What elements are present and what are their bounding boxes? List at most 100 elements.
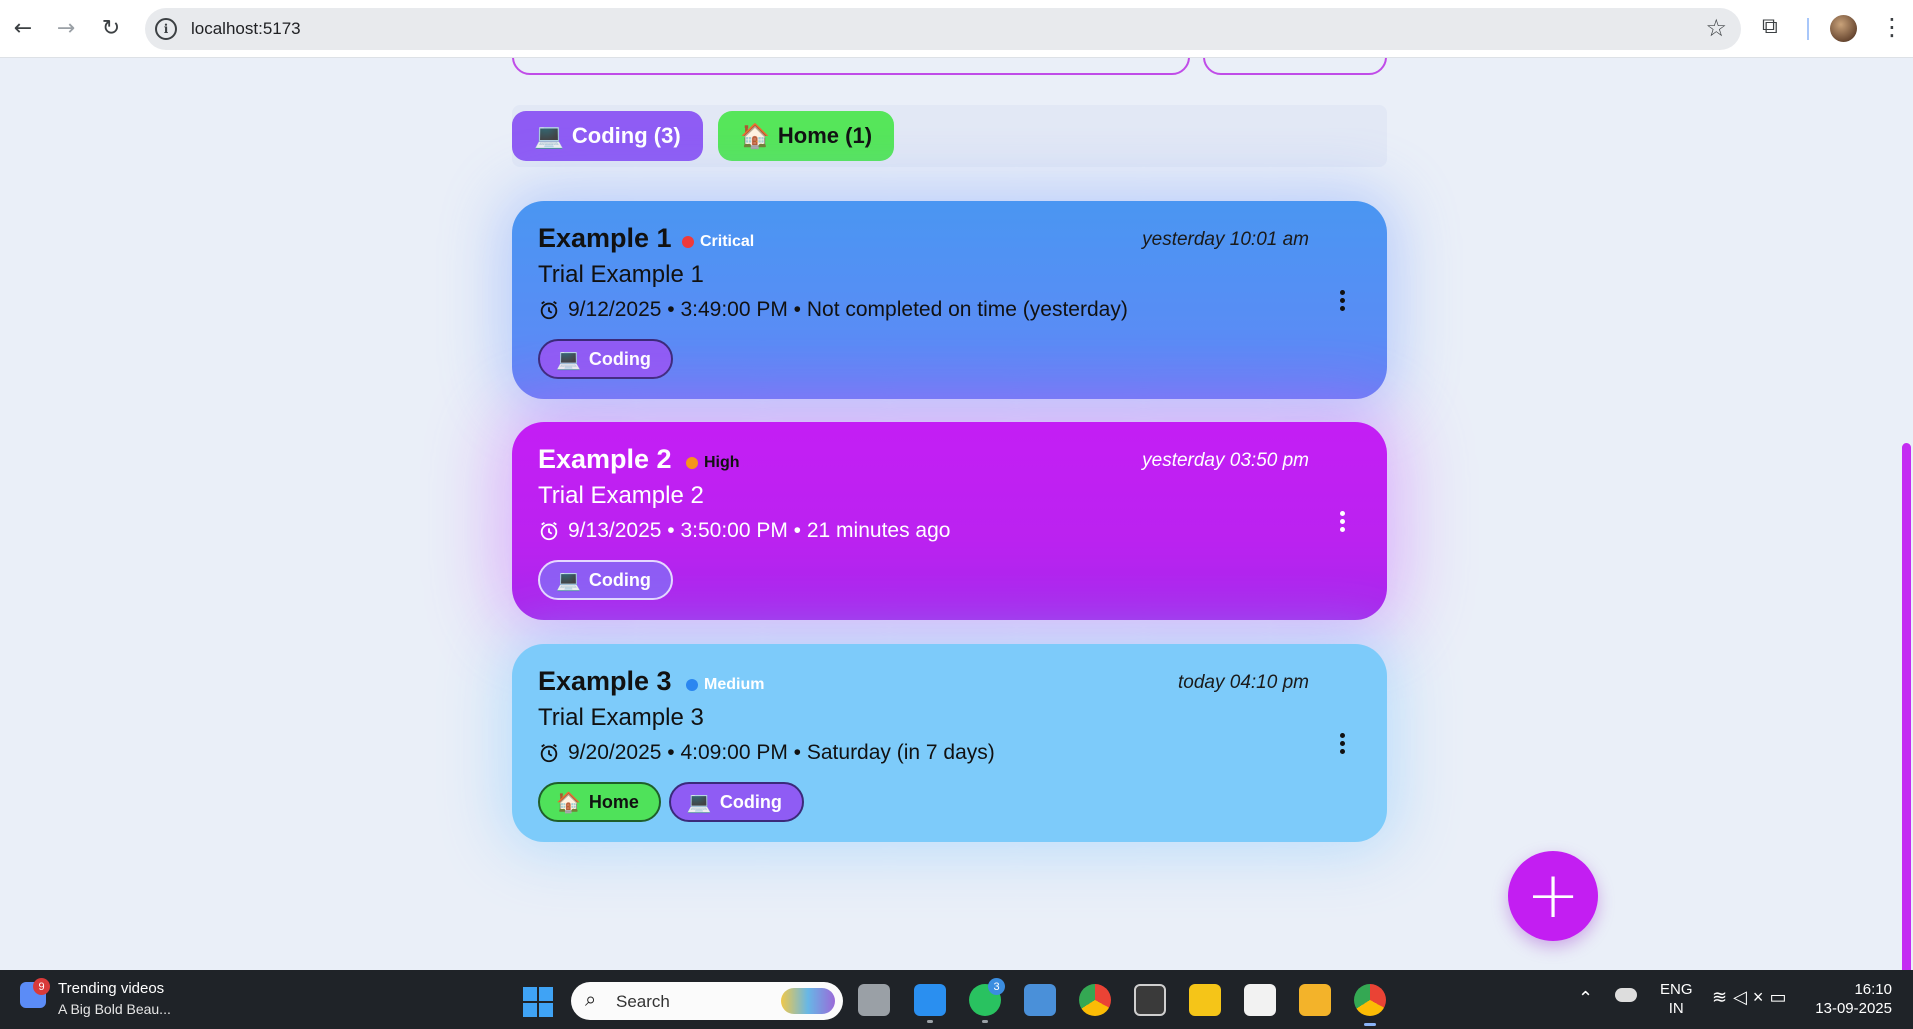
news-widget-title[interactable]: Trending videos [58,980,164,997]
house-icon: 🏠 [740,122,770,150]
tag-home[interactable]: 🏠 Home [538,782,661,822]
page-scrollbar[interactable] [1902,443,1911,970]
running-indicator [982,1020,988,1023]
task-view-icon[interactable] [858,984,890,1016]
tag-label: Coding [719,791,782,812]
back-arrow-icon[interactable]: ← [8,13,38,43]
wifi-icon[interactable]: ≋ [1712,987,1733,1007]
system-tray-icons[interactable]: ≋◁×▭ [1712,987,1792,1008]
task-description: Trial Example 3 [538,704,704,731]
task-due-text: 9/13/2025 • 3:50:00 PM • 21 minutes ago [568,519,951,542]
tag-coding[interactable]: 💻 Coding [668,782,804,822]
taskbar-search[interactable]: ⌕ Search [571,982,843,1020]
bookmark-star-icon[interactable]: ☆ [1705,14,1727,42]
region-code: IN [1668,1000,1684,1017]
url-text[interactable]: localhost:5173 [191,19,301,39]
priority-dot [686,679,698,691]
windows-start-icon[interactable] [523,987,553,1017]
filter-chip-home[interactable]: 🏠 Home (1) [718,111,895,161]
onedrive-cloud-icon[interactable] [1615,988,1637,1002]
address-bar[interactable]: i localhost:5173 ☆ [145,8,1741,50]
task-due-line: 9/13/2025 • 3:50:00 PM • 21 minutes ago [538,519,950,543]
filter-chip-coding[interactable]: 💻 Coding (3) [512,111,703,161]
forward-arrow-icon[interactable]: → [51,13,81,43]
priority-badge: Critical [682,233,754,251]
filter-chip-label: Home (1) [777,123,873,148]
priority-label: Critical [700,233,755,250]
priority-dot [682,236,694,248]
laptop-icon: 💻 [556,569,581,592]
tag-label: Coding [588,348,651,369]
task-tags: 💻 Coding [538,339,673,379]
alarm-clock-icon [540,521,558,541]
add-task-button[interactable]: + [1508,851,1598,941]
task-input-secondary[interactable] [1203,58,1387,75]
language-indicator[interactable]: ENG IN [1660,980,1693,1018]
terminal-icon[interactable] [1134,984,1166,1016]
news-widget-subtitle[interactable]: A Big Bold Beau... [58,1001,171,1017]
task-created-time: today 04:10 pm [1178,672,1309,693]
task-due-text: 9/12/2025 • 3:49:00 PM • Not completed o… [568,298,1128,321]
reload-icon[interactable]: ↻ [96,13,126,43]
chrome-profile-icon[interactable] [1354,984,1386,1026]
filter-chip-label: Coding (3) [571,123,681,148]
language-code: ENG [1660,981,1693,998]
alarm-clock-icon [540,743,558,763]
tag-label: Coding [588,569,651,590]
chevron-up-icon[interactable]: ⌃ [1578,988,1593,1009]
whatsapp-badge: 3 [988,978,1005,995]
task-card[interactable]: Example 2 High yesterday 03:50 pm Trial … [512,422,1387,620]
task-description: Trial Example 1 [538,261,704,288]
system-clock[interactable]: 16:10 13-09-2025 [1808,980,1892,1018]
task-card[interactable]: Example 3 Medium today 04:10 pm Trial Ex… [512,644,1387,842]
clock-date: 13-09-2025 [1815,1000,1892,1017]
task-input-field[interactable] [512,58,1190,75]
alarm-clock-icon [540,300,558,320]
task-description: Trial Example 2 [538,482,704,509]
task-menu-icon[interactable] [1337,508,1347,535]
profile-avatar[interactable] [1830,15,1857,42]
priority-dot [686,457,698,469]
task-due-text: 9/20/2025 • 4:09:00 PM • Saturday (in 7 … [568,741,995,764]
file-icon[interactable] [1244,984,1276,1016]
priority-badge: Medium [686,676,764,694]
task-title: Example 3 [538,666,672,696]
tag-label: Home [588,791,639,812]
vscode-icon[interactable] [914,984,946,1016]
task-card[interactable]: Example 1 Critical yesterday 10:01 am Tr… [512,201,1387,399]
battery-icon[interactable]: ▭ [1769,987,1792,1007]
priority-badge: High [686,454,740,472]
house-icon: 🏠 [556,791,581,814]
browser-toolbar: ← → ↻ i localhost:5173 ☆ ⧉ ⋮ [0,0,1913,58]
volume-muted-icon[interactable]: ◁× [1733,987,1769,1007]
task-title: Example 2 [538,444,672,474]
windows-taskbar: 9 Trending videos A Big Bold Beau... ⌕ S… [0,970,1913,1029]
chrome-icon[interactable] [1079,984,1111,1016]
task-created-time: yesterday 03:50 pm [1142,450,1309,471]
laptop-icon: 💻 [686,791,712,814]
browser-menu-icon[interactable]: ⋮ [1880,13,1904,41]
task-due-line: 9/20/2025 • 4:09:00 PM • Saturday (in 7 … [538,741,995,765]
notepad-icon[interactable] [1024,984,1056,1016]
task-menu-icon[interactable] [1337,730,1347,757]
toolbar-divider [1807,18,1809,40]
extensions-puzzle-icon[interactable]: ⧉ [1762,14,1778,39]
laptop-icon: 💻 [534,122,564,150]
search-icon: ⌕ [585,989,597,1011]
tag-coding[interactable]: 💻 Coding [538,339,673,379]
sticky-notes-icon[interactable] [1189,984,1221,1016]
running-indicator [927,1020,933,1023]
task-due-line: 9/12/2025 • 3:49:00 PM • Not completed o… [538,298,1128,322]
laptop-icon: 💻 [556,348,581,371]
file-explorer-icon[interactable] [1299,984,1331,1016]
task-created-time: yesterday 10:01 am [1142,229,1309,250]
tag-coding[interactable]: 💻 Coding [538,560,673,600]
site-info-icon[interactable]: i [155,18,177,40]
task-tags: 💻 Coding [538,560,673,600]
task-menu-icon[interactable] [1337,287,1347,314]
app-page: 💻 Coding (3) 🏠 Home (1) Example 1 Critic… [0,58,1913,970]
priority-label: Medium [704,676,765,693]
taskbar-search-label: Search [616,992,670,1011]
priority-label: High [704,454,740,471]
task-tags: 🏠 Home 💻 Coding [538,782,804,822]
